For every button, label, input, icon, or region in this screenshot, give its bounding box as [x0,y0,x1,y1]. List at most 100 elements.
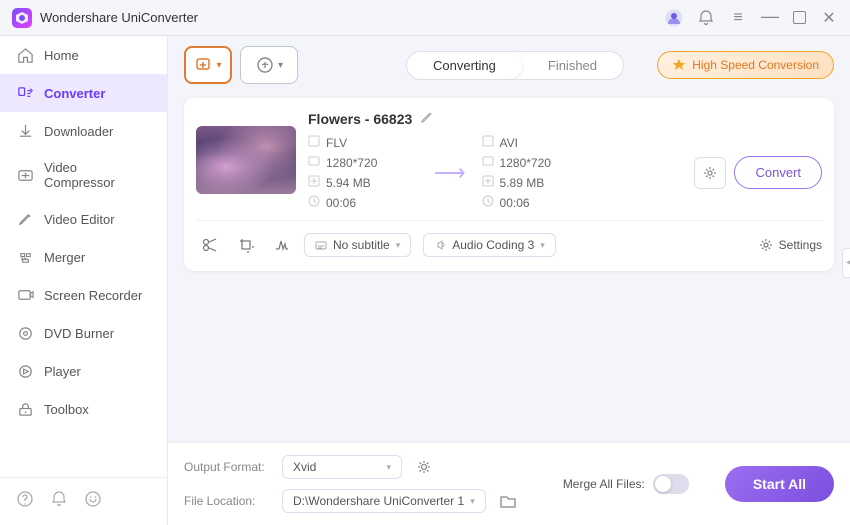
tab-group: Converting Finished [406,51,624,80]
merge-all-row: Merge All Files: [563,474,689,494]
output-format-row: Output Format: Xvid ▾ [184,453,522,481]
feedback-icon[interactable] [84,490,102,513]
sidebar-item-video-compressor[interactable]: Video Compressor [0,150,167,200]
sidebar-collapse-btn[interactable]: ◀ [842,248,850,278]
maximize-icon[interactable] [793,11,806,24]
footer-bar: Output Format: Xvid ▾ File Location: [168,442,850,525]
location-dropdown-arrow: ▾ [470,496,475,507]
file-meta-row: FLV 1280*720 [308,135,822,210]
file-card-top: Flowers - 66823 [196,110,822,210]
title-bar-controls: ≡ — ✕ [665,8,838,28]
main-layout: Home Converter Downloader [0,36,850,525]
home-icon [16,46,34,64]
file-location-label: File Location: [184,494,274,508]
start-all-button[interactable]: Start All [725,466,834,502]
subtitle-label: No subtitle [333,238,390,252]
sidebar-merger-label: Merger [44,250,85,265]
menu-icon[interactable]: ≡ [729,9,747,27]
downloader-icon [16,122,34,140]
content-area: ▾ ▾ Converting Finished High Speed Conve… [168,36,850,525]
merge-all-toggle[interactable] [653,474,689,494]
source-resolution: 1280*720 [308,155,418,170]
edit-icon [16,210,34,228]
sidebar-item-downloader[interactable]: Downloader [0,112,167,150]
bell-icon[interactable] [697,9,715,27]
card-settings-button[interactable]: Settings [759,238,822,252]
audio-label: Audio Coding 3 [452,238,534,252]
browse-folder-icon[interactable] [494,487,522,515]
tab-finished[interactable]: Finished [522,52,623,79]
minimize-icon[interactable]: — [761,8,779,26]
add-file-button[interactable]: ▾ [184,46,232,84]
output-format-value: Xvid [293,460,316,474]
help-icon[interactable] [16,490,34,513]
sidebar-item-video-editor[interactable]: Video Editor [0,200,167,238]
sidebar-item-home[interactable]: Home [0,36,167,74]
app-title: Wondershare UniConverter [40,10,198,25]
target-filesize: 5.89 MB [482,175,592,190]
edit-pencil-icon[interactable] [420,110,434,127]
app-logo [12,8,32,28]
file-info-section: Flowers - 66823 [308,110,822,210]
title-bar: Wondershare UniConverter ≡ — ✕ [0,0,850,36]
sidebar-item-player[interactable]: Player [0,352,167,390]
output-format-select[interactable]: Xvid ▾ [282,455,402,479]
add-url-button[interactable]: ▾ [240,46,298,84]
scissors-icon[interactable] [196,231,224,259]
sidebar-item-toolbox[interactable]: Toolbox [0,390,167,428]
high-speed-label: High Speed Conversion [692,58,819,72]
crop-icon[interactable] [232,231,260,259]
file-title-row: Flowers - 66823 [308,110,822,127]
audio-select[interactable]: Audio Coding 3 ▾ [423,233,556,257]
effects-icon[interactable] [268,231,296,259]
record-icon [16,286,34,304]
title-bar-left: Wondershare UniConverter [12,8,198,28]
merge-all-label: Merge All Files: [563,477,645,491]
sidebar-dvd-label: DVD Burner [44,326,114,341]
target-resolution-icon [482,155,494,170]
tab-converting[interactable]: Converting [407,52,522,79]
sidebar-item-merger[interactable]: Merger [0,238,167,276]
source-format: FLV [308,135,418,150]
close-icon[interactable]: ✕ [820,9,838,27]
file-format-icon [308,135,320,150]
sidebar-converter-label: Converter [44,86,105,101]
duration-icon [308,195,320,210]
notification-icon[interactable] [50,490,68,513]
dvd-icon [16,324,34,342]
subtitle-select[interactable]: No subtitle ▾ [304,233,411,257]
file-settings-icon-button[interactable] [694,157,726,189]
file-thumbnail [196,126,296,194]
filesize-icon [308,175,320,190]
convert-button[interactable]: Convert [734,156,822,189]
target-duration-icon [482,195,494,210]
converter-icon [16,84,34,102]
player-icon [16,362,34,380]
sidebar-recorder-label: Screen Recorder [44,288,142,303]
convert-arrow-icon: ⟶ [434,160,466,186]
file-title: Flowers - 66823 [308,111,412,127]
high-speed-conversion-button[interactable]: High Speed Conversion [657,51,834,79]
content-spacer [168,275,850,442]
top-toolbar: ▾ ▾ Converting Finished High Speed Conve… [168,36,850,94]
sidebar-item-dvd-burner[interactable]: DVD Burner [0,314,167,352]
sidebar-item-converter[interactable]: Converter [0,74,167,112]
file-location-select[interactable]: D:\Wondershare UniConverter 1 ▾ [282,489,486,513]
sidebar-editor-label: Video Editor [44,212,115,227]
output-format-settings-icon[interactable] [410,453,438,481]
sidebar-toolbox-label: Toolbox [44,402,89,417]
sidebar-player-label: Player [44,364,81,379]
thumbnail-image [196,126,296,194]
settings-text-label: Settings [779,238,822,252]
sidebar-home-label: Home [44,48,79,63]
file-target: AVI 1280*720 [482,135,592,210]
file-card-bottom: No subtitle ▾ Audio Coding 3 ▾ [196,220,822,259]
user-avatar-icon[interactable] [665,9,683,27]
sidebar-item-screen-recorder[interactable]: Screen Recorder [0,276,167,314]
file-location-value: D:\Wondershare UniConverter 1 [293,494,464,508]
target-format-icon [482,135,494,150]
sidebar-bottom [0,477,167,525]
output-format-label: Output Format: [184,460,274,474]
toggle-knob [655,476,671,492]
target-format: AVI [482,135,592,150]
